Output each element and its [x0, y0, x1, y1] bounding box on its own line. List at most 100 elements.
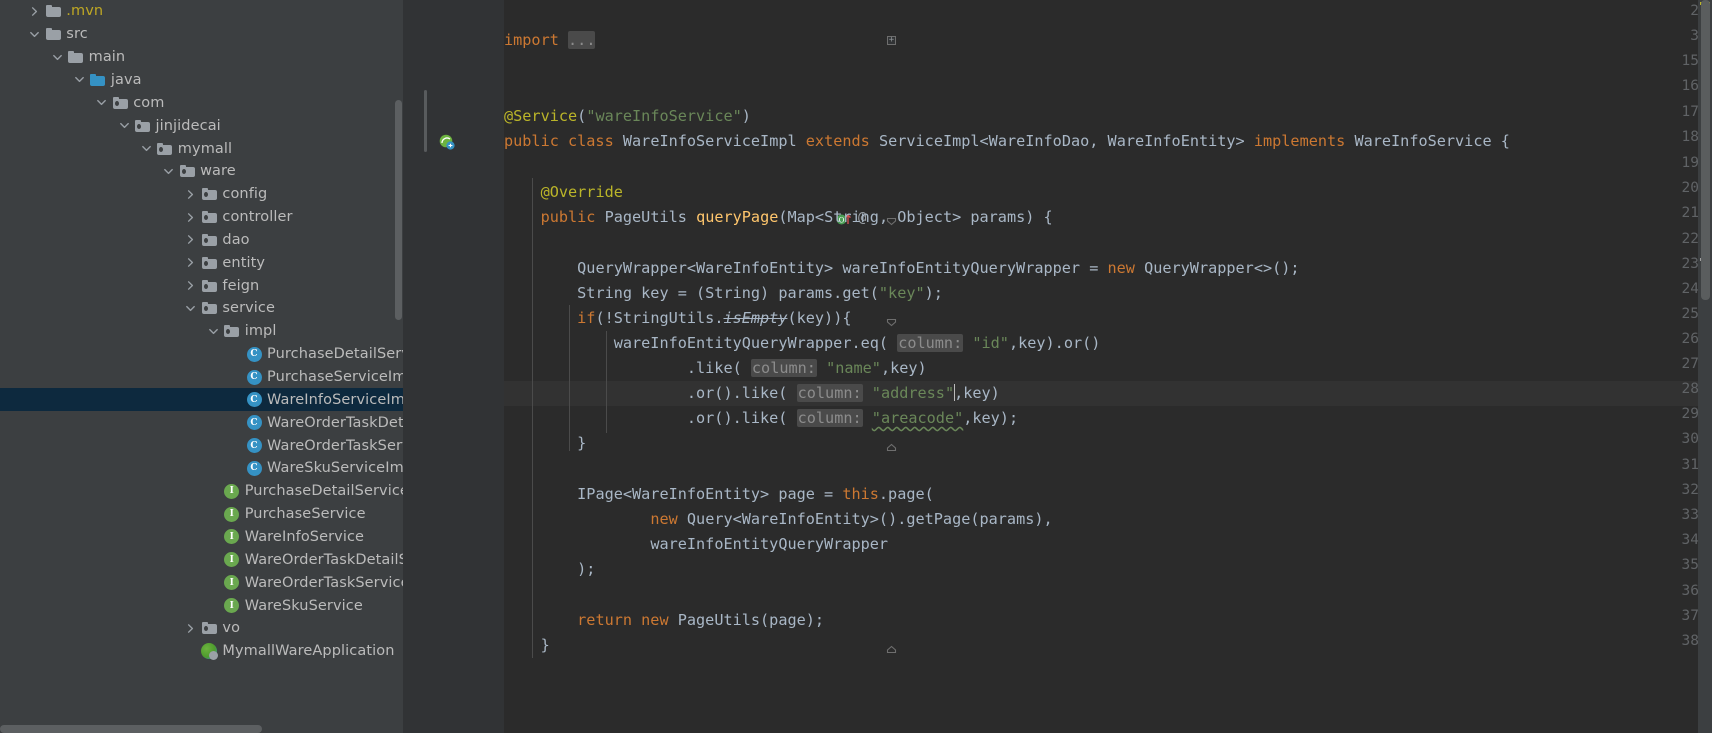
code-line: .or().like( column: "address",key) — [686, 384, 1000, 402]
folder-icon — [43, 5, 63, 18]
package-folder-icon — [222, 325, 242, 338]
tree-item-purchasedetailserviceimpl[interactable]: CPurchaseDetailServiceImpl — [0, 343, 403, 366]
tree-item-label: WareInfoService — [244, 528, 365, 545]
code-line: new Query<WareInfoEntity>().getPage(para… — [650, 510, 1053, 528]
tree-item-wareordertaskserviceimpl[interactable]: CWareOrderTaskServiceImpl — [0, 434, 403, 457]
tree-item-src[interactable]: src — [0, 23, 403, 46]
tree-item-label: vo — [222, 620, 241, 637]
tree-item-label: mymall — [177, 140, 233, 157]
tree-item-label: PurchaseServiceImpl — [267, 369, 403, 386]
tree-item-wareskuserviceimpl[interactable]: C WareSkuServiceImpl — [0, 457, 403, 480]
tree-item-label: WareOrderTaskDetailService — [244, 551, 403, 568]
tree-item-purchasedetailservice[interactable]: I PurchaseDetailService — [0, 480, 403, 503]
code-editor[interactable]: 2 3 15 16 17 18 19 20 21 22 23 24 25 26 27 28 29 30 31 32 33… — [403, 0, 1712, 733]
package-folder-icon — [133, 119, 153, 132]
chevron-right-icon[interactable] — [182, 257, 199, 268]
tree-item-label: WareSkuServiceImpl — [267, 460, 403, 477]
java-class-icon: C — [244, 460, 264, 476]
tree-item-wareordertaskdetailserviceimpl[interactable]: CWareOrderTaskDetailServiceImpl — [0, 411, 403, 434]
collapsed-imports-placeholder[interactable]: ... — [568, 31, 596, 49]
chevron-right-icon[interactable] — [182, 212, 199, 223]
tree-item-controller[interactable]: controller — [0, 206, 403, 229]
tree-item-label: impl — [244, 323, 277, 340]
tree-item-label: WareInfoServiceImpl — [267, 391, 403, 408]
package-folder-icon — [199, 233, 219, 246]
tree-item-ware[interactable]: ware — [0, 160, 403, 183]
tree-item-wareordertaskservice[interactable]: I WareOrderTaskService — [0, 571, 403, 594]
tree-item-purchaseserviceimpl[interactable]: CPurchaseServiceImpl — [0, 366, 403, 389]
code-line: @Service("wareInfoService") — [504, 107, 751, 125]
tree-item-purchaseservice[interactable]: I PurchaseService — [0, 503, 403, 526]
chevron-right-icon[interactable] — [182, 189, 199, 200]
chevron-down-icon[interactable] — [205, 326, 222, 337]
chevron-right-icon[interactable] — [182, 280, 199, 291]
project-tree-scrollbar[interactable] — [395, 100, 402, 320]
inlay-hint-column: column: — [897, 334, 964, 352]
project-tree-horizontal-scrollbar[interactable] — [0, 725, 262, 733]
tree-item-label: feign — [222, 277, 260, 294]
chevron-down-icon[interactable] — [116, 120, 133, 131]
java-class-icon: C — [244, 438, 264, 454]
chevron-right-icon[interactable] — [182, 234, 199, 245]
tree-item-entity[interactable]: entity — [0, 251, 403, 274]
editor-scrollbar-thumb[interactable] — [1701, 0, 1710, 300]
tree-item-wareordertaskdetailservice[interactable]: IWareOrderTaskDetailService — [0, 548, 403, 571]
tree-item-vo[interactable]: vo — [0, 617, 403, 640]
tree-item-jinjidecai[interactable]: jinjidecai — [0, 114, 403, 137]
chevron-down-icon[interactable] — [26, 29, 43, 40]
tree-item-wareinfoservice[interactable]: I WareInfoService — [0, 526, 403, 549]
editor-gutter[interactable] — [403, 0, 486, 733]
tree-item-dao[interactable]: dao — [0, 229, 403, 252]
code-text[interactable]: import ... @Service("wareInfoService") p… — [504, 0, 1712, 733]
tree-item-wareinfoserviceimpl[interactable]: CWareInfoServiceImpl — [0, 388, 403, 412]
code-line: import ... — [504, 31, 596, 49]
tree-item-label: main — [88, 49, 126, 66]
tree-item-impl[interactable]: impl — [0, 320, 403, 343]
tree-item--mvn[interactable]: .mvn — [0, 0, 403, 23]
spring-boot-application-icon — [199, 643, 219, 661]
package-folder-icon — [155, 142, 175, 155]
java-interface-icon: I — [222, 506, 242, 522]
tree-item-label: service — [222, 300, 276, 317]
tree-item-label: java — [110, 71, 142, 88]
tree-item-label: com — [133, 94, 165, 111]
code-line: } — [577, 434, 587, 452]
code-line: } — [540, 636, 550, 654]
tree-item-feign[interactable]: feign — [0, 274, 403, 297]
java-class-icon: C — [244, 369, 264, 385]
spring-bean-icon[interactable] — [439, 134, 455, 154]
tree-item-label: src — [66, 26, 88, 43]
tree-item-label: ware — [200, 163, 236, 180]
editor-vertical-scrollbar[interactable] — [1698, 0, 1712, 733]
code-line: String key = (String) params.get("key"); — [577, 284, 943, 302]
chevron-down-icon[interactable] — [160, 166, 177, 177]
java-interface-icon: I — [222, 575, 242, 591]
java-interface-icon: I — [222, 529, 242, 545]
tree-item-config[interactable]: config — [0, 183, 403, 206]
chevron-down-icon[interactable] — [93, 97, 110, 108]
java-interface-icon: I — [222, 552, 242, 568]
tree-item-wareskuservice[interactable]: I WareSkuService — [0, 594, 403, 617]
chevron-right-icon[interactable] — [182, 623, 199, 634]
chevron-down-icon[interactable] — [49, 52, 66, 63]
folder-icon — [43, 28, 63, 41]
tree-item-com[interactable]: com — [0, 91, 403, 114]
java-interface-icon: I — [222, 598, 242, 614]
code-line: public class WareInfoServiceImpl extends… — [504, 132, 1510, 150]
editor-fold-column[interactable] — [486, 0, 504, 733]
inlay-hint-column: column: — [796, 384, 863, 402]
tree-item-java[interactable]: java — [0, 69, 403, 92]
tree-item-service[interactable]: service — [0, 297, 403, 320]
tree-item-mymallwareapplication[interactable]: MymallWareApplication — [0, 640, 403, 663]
folder-icon — [66, 51, 86, 64]
tree-item-label: PurchaseService — [244, 506, 366, 523]
project-tree-panel[interactable]: .mvn src main java com jinjidecai mymall ware co… — [0, 0, 403, 733]
tree-item-main[interactable]: main — [0, 46, 403, 69]
tree-item-label: MymallWareApplication — [222, 643, 395, 660]
chevron-right-icon[interactable] — [26, 6, 43, 17]
chevron-down-icon[interactable] — [182, 303, 199, 314]
tree-item-mymall[interactable]: mymall — [0, 137, 403, 160]
chevron-down-icon[interactable] — [138, 143, 155, 154]
chevron-down-icon[interactable] — [71, 74, 88, 85]
java-class-icon: C — [244, 415, 264, 431]
